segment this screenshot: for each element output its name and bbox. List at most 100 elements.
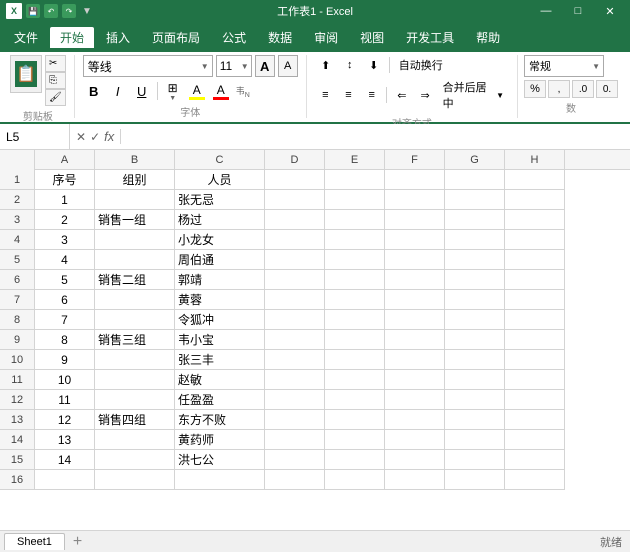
cell-E2[interactable] [325,190,385,210]
row-header-2[interactable]: 2 [0,190,35,210]
cell-H6[interactable] [505,270,565,290]
cell-D5[interactable] [265,250,325,270]
cell-C3[interactable]: 杨过 [175,210,265,230]
decrease-decimal-button[interactable]: 0. [596,80,618,98]
cell-E5[interactable] [325,250,385,270]
row-header-9[interactable]: 9 [0,330,35,350]
paste-button[interactable]: 📋 [10,55,42,106]
save-button[interactable]: 💾 [26,4,40,18]
cell-B2[interactable] [95,190,175,210]
col-header-a[interactable]: A [35,150,95,170]
merge-center-button[interactable]: 合并后居中 ▼ [438,77,509,113]
cell-E1[interactable] [325,170,385,190]
cell-D8[interactable] [265,310,325,330]
cell-F16[interactable] [385,470,445,490]
cell-H2[interactable] [505,190,565,210]
cell-A1[interactable]: 序号 [35,170,95,190]
cell-G16[interactable] [445,470,505,490]
confirm-formula-icon[interactable]: ✓ [90,130,100,144]
cell-G7[interactable] [445,290,505,310]
cell-B7[interactable] [95,290,175,310]
cell-H10[interactable] [505,350,565,370]
row-header-10[interactable]: 10 [0,350,35,370]
cell-C9[interactable]: 韦小宝 [175,330,265,350]
cell-D1[interactable] [265,170,325,190]
font-size-selector[interactable]: 11 ▼ [216,55,252,77]
add-sheet-button[interactable]: + [73,533,82,551]
right-align-button[interactable]: ≡ [361,86,382,104]
decrease-indent-button[interactable]: ⇐ [391,86,412,104]
decrease-font-button[interactable]: A [278,55,298,77]
number-format-selector[interactable]: 常规 ▼ [524,55,604,77]
row-header-12[interactable]: 12 [0,390,35,410]
row-header-1[interactable]: 1 [0,170,35,190]
italic-button[interactable]: I [107,80,129,102]
cell-G5[interactable] [445,250,505,270]
cell-F13[interactable] [385,410,445,430]
cell-A12[interactable]: 11 [35,390,95,410]
cancel-formula-icon[interactable]: ✕ [76,130,86,144]
cell-D12[interactable] [265,390,325,410]
cell-D16[interactable] [265,470,325,490]
cell-A9[interactable]: 8 [35,330,95,350]
cell-F14[interactable] [385,430,445,450]
cell-B13[interactable]: 销售四组 [95,410,175,430]
left-align-button[interactable]: ≡ [315,86,336,104]
cell-B10[interactable] [95,350,175,370]
cell-F4[interactable] [385,230,445,250]
cell-B8[interactable] [95,310,175,330]
copy-button[interactable]: ⎘ [45,72,66,89]
cell-C2[interactable]: 张无忌 [175,190,265,210]
cell-H4[interactable] [505,230,565,250]
sheet-tab-sheet1[interactable]: Sheet1 [4,533,65,550]
cell-F15[interactable] [385,450,445,470]
center-align-button[interactable]: ≡ [338,86,359,104]
menu-item-开发工具[interactable]: 开发工具 [396,27,464,48]
row-header-11[interactable]: 11 [0,370,35,390]
cell-G11[interactable] [445,370,505,390]
cell-B11[interactable] [95,370,175,390]
menu-item-开始[interactable]: 开始 [50,27,94,48]
menu-item-帮助[interactable]: 帮助 [466,27,510,48]
cell-F7[interactable] [385,290,445,310]
cell-E9[interactable] [325,330,385,350]
cell-B3[interactable]: 销售一组 [95,210,175,230]
cell-B16[interactable] [95,470,175,490]
underline-button[interactable]: U [131,80,153,102]
cell-F12[interactable] [385,390,445,410]
cell-A14[interactable]: 13 [35,430,95,450]
cell-E3[interactable] [325,210,385,230]
percent-button[interactable]: % [524,80,546,98]
row-header-8[interactable]: 8 [0,310,35,330]
cut-button[interactable]: ✂ [45,55,66,72]
border-button[interactable]: ⊞ ▼ [162,81,184,102]
cell-C14[interactable]: 黄药师 [175,430,265,450]
cell-C7[interactable]: 黄蓉 [175,290,265,310]
menu-item-页面布局[interactable]: 页面布局 [142,27,210,48]
cell-B12[interactable] [95,390,175,410]
row-header-3[interactable]: 3 [0,210,35,230]
cell-C16[interactable] [175,470,265,490]
col-header-g[interactable]: G [445,150,505,170]
menu-item-插入[interactable]: 插入 [96,27,140,48]
cell-B9[interactable]: 销售三组 [95,330,175,350]
cell-B15[interactable] [95,450,175,470]
cell-C5[interactable]: 周伯通 [175,250,265,270]
cell-H5[interactable] [505,250,565,270]
cell-F10[interactable] [385,350,445,370]
cell-G1[interactable] [445,170,505,190]
cell-D14[interactable] [265,430,325,450]
cell-H8[interactable] [505,310,565,330]
cell-B6[interactable]: 销售二组 [95,270,175,290]
cell-G10[interactable] [445,350,505,370]
font-color-button[interactable]: A [210,83,232,100]
undo-button[interactable]: ↶ [44,4,58,18]
wrap-text-button[interactable]: 自动换行 [394,55,448,75]
cell-H1[interactable] [505,170,565,190]
cell-H13[interactable] [505,410,565,430]
cell-D9[interactable] [265,330,325,350]
cell-C12[interactable]: 任盈盈 [175,390,265,410]
cell-D10[interactable] [265,350,325,370]
cell-D3[interactable] [265,210,325,230]
cell-C1[interactable]: 人员 [175,170,265,190]
